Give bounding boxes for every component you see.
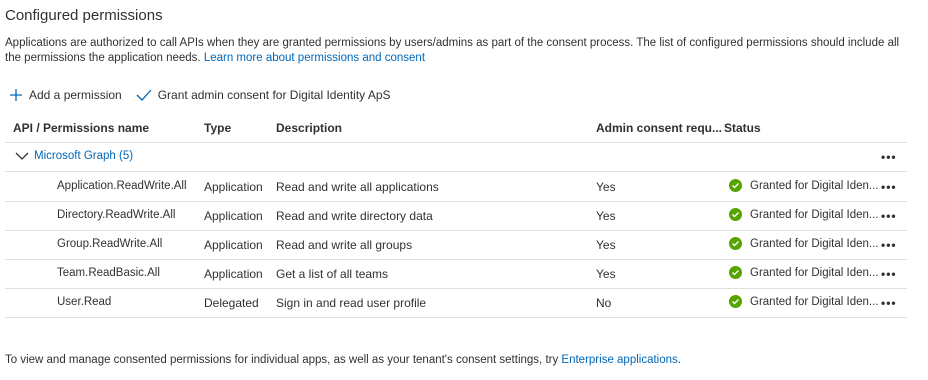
- permission-description: Read and write all applications: [276, 180, 439, 194]
- permission-name-link[interactable]: Team.ReadBasic.All: [57, 267, 160, 279]
- permission-name-link[interactable]: User.Read: [57, 296, 111, 308]
- status-cell: Granted for Digital Iden...: [729, 208, 878, 221]
- footer-end: .: [677, 354, 681, 366]
- more-icon[interactable]: •••: [881, 209, 897, 223]
- more-icon[interactable]: •••: [881, 238, 897, 252]
- permission-type: Application: [204, 238, 263, 252]
- status-cell: Granted for Digital Iden...: [729, 179, 878, 192]
- admin-consent-value: Yes: [596, 238, 616, 252]
- status-text: Granted for Digital Iden...: [750, 237, 879, 250]
- admin-consent-value: Yes: [596, 209, 616, 223]
- divider: [5, 201, 907, 202]
- permission-description: Sign in and read user profile: [276, 296, 427, 310]
- check-circle-icon: [729, 208, 742, 221]
- admin-consent-value: Yes: [596, 180, 616, 194]
- group-row-microsoft-graph[interactable]: Microsoft Graph (5): [5, 150, 133, 162]
- footer-text: To view and manage consented permissions…: [5, 354, 681, 366]
- more-icon[interactable]: •••: [881, 180, 897, 194]
- admin-consent-value: Yes: [596, 267, 616, 281]
- header-description: Description: [276, 121, 343, 135]
- divider: [5, 259, 907, 260]
- description-text: Applications are authorized to call APIs…: [5, 37, 900, 64]
- status-text: Granted for Digital Iden...: [750, 179, 879, 192]
- more-icon[interactable]: •••: [881, 296, 897, 310]
- status-cell: Granted for Digital Iden...: [729, 266, 878, 279]
- permission-type: Application: [204, 209, 263, 223]
- more-icon[interactable]: •••: [881, 267, 897, 281]
- checkmark-icon: [136, 89, 152, 101]
- description: Applications are authorized to call APIs…: [5, 36, 910, 66]
- plus-icon: [10, 89, 22, 101]
- divider: [5, 142, 907, 143]
- admin-consent-value: No: [596, 296, 612, 310]
- header-type: Type: [204, 121, 232, 135]
- add-permission-label: Add a permission: [29, 88, 122, 102]
- permission-type: Delegated: [204, 296, 259, 310]
- permission-type: Application: [204, 267, 263, 281]
- header-admin-consent: Admin consent requ...: [596, 121, 723, 135]
- check-circle-icon: [729, 179, 742, 192]
- permission-name-link[interactable]: Group.ReadWrite.All: [57, 238, 162, 250]
- page-title: Configured permissions: [5, 7, 163, 24]
- permission-description: Read and write directory data: [276, 209, 433, 223]
- footer-label: To view and manage consented permissions…: [5, 354, 562, 366]
- divider: [5, 230, 907, 231]
- group-label[interactable]: Microsoft Graph (5): [34, 150, 133, 162]
- more-icon[interactable]: •••: [881, 150, 897, 164]
- permission-name-link[interactable]: Application.ReadWrite.All: [57, 180, 187, 192]
- toolbar: Add a permission Grant admin consent for…: [9, 88, 391, 102]
- permission-description: Get a list of all teams: [276, 267, 389, 281]
- check-circle-icon: [729, 295, 742, 308]
- status-text: Granted for Digital Iden...: [750, 208, 879, 221]
- divider: [5, 288, 907, 289]
- status-cell: Granted for Digital Iden...: [729, 237, 878, 250]
- permission-name-link[interactable]: Directory.ReadWrite.All: [57, 209, 175, 221]
- status-text: Granted for Digital Iden...: [750, 295, 879, 308]
- status-cell: Granted for Digital Iden...: [729, 295, 878, 308]
- chevron-down-icon[interactable]: [15, 152, 29, 161]
- permission-type: Application: [204, 180, 263, 194]
- grant-admin-consent-label: Grant admin consent for Digital Identity…: [157, 88, 391, 102]
- header-name: API / Permissions name: [13, 121, 150, 135]
- learn-more-link[interactable]: Learn more about permissions and consent: [204, 52, 425, 64]
- divider: [5, 171, 907, 172]
- check-circle-icon: [729, 266, 742, 279]
- permission-description: Read and write all groups: [276, 238, 413, 252]
- grant-admin-consent-button[interactable]: Grant admin consent for Digital Identity…: [136, 88, 391, 102]
- divider: [5, 317, 907, 318]
- check-circle-icon: [729, 237, 742, 250]
- add-permission-button[interactable]: Add a permission: [9, 88, 122, 102]
- header-status: Status: [724, 121, 761, 135]
- status-text: Granted for Digital Iden...: [750, 266, 879, 279]
- enterprise-applications-link[interactable]: Enterprise applications: [561, 354, 677, 366]
